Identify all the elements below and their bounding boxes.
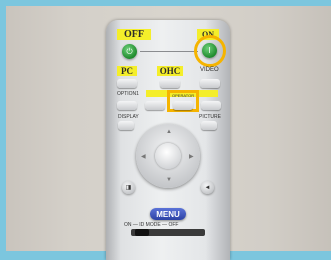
arrow-left-icon: ◀	[141, 154, 146, 160]
option2-key[interactable]	[145, 101, 165, 110]
ohc-key[interactable]	[160, 79, 180, 88]
off-label: OFF	[117, 29, 151, 40]
picture-label: PICTURE	[199, 114, 221, 120]
arrow-up-icon: ▲	[166, 129, 172, 135]
aspect-key[interactable]: ◨	[122, 181, 135, 194]
screenshot: { "remote": { "off_label": "OFF", "on_la…	[0, 0, 331, 260]
option1-key[interactable]	[117, 101, 137, 110]
standby-off-button[interactable]: ⏻	[122, 44, 137, 59]
arrow-right-icon: ▶	[189, 154, 194, 160]
aspect-icon: ◨	[125, 185, 132, 191]
video-key[interactable]	[200, 79, 220, 88]
option1-label: OPTION1	[117, 91, 139, 97]
input-label-right: VIDEO	[200, 67, 219, 73]
menu-button[interactable]: MENU	[150, 208, 186, 220]
power-button-highlight-ring	[194, 35, 226, 67]
pc-key[interactable]	[117, 79, 137, 88]
display-label: DISPLAY	[118, 114, 139, 120]
id-mode-switch-knob[interactable]	[135, 229, 149, 236]
operator-key[interactable]	[173, 101, 193, 110]
operator-label: OPERATOR	[172, 93, 195, 98]
power-divider-line	[140, 51, 198, 52]
ohc-label: OHC	[157, 66, 183, 76]
display-key[interactable]	[118, 121, 134, 130]
volume-key[interactable]: ◄	[201, 181, 214, 194]
pc-label: PC	[117, 66, 137, 76]
id-mode-label: ON — ID MODE — OFF	[124, 222, 179, 228]
power-icon: ⏻	[126, 46, 133, 56]
picture-key[interactable]	[201, 121, 217, 130]
arrow-down-icon: ▼	[166, 177, 172, 183]
option4-key[interactable]	[201, 101, 221, 110]
speaker-icon: ◄	[204, 184, 211, 191]
enter-button[interactable]	[155, 143, 181, 169]
